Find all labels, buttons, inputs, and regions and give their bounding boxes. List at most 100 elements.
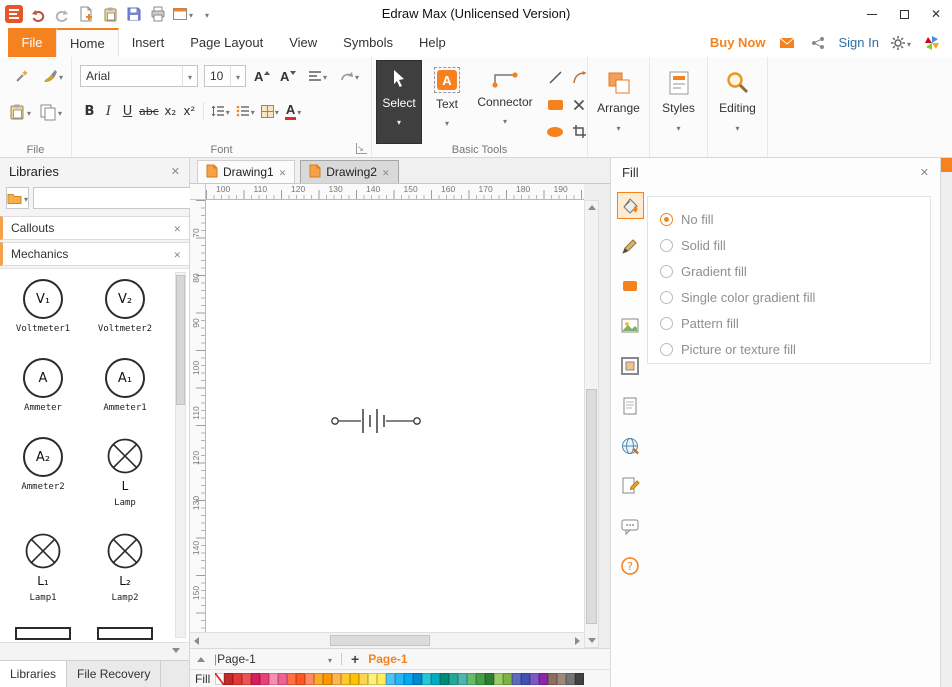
text-rotate-button[interactable]	[338, 65, 361, 87]
font-color-button[interactable]	[282, 100, 304, 122]
color-swatch[interactable]	[269, 673, 278, 685]
color-swatch[interactable]	[296, 673, 305, 685]
tab-insert[interactable]: Insert	[119, 28, 178, 57]
scroll-down-arrow[interactable]	[585, 634, 598, 647]
color-swatch[interactable]	[386, 673, 395, 685]
share-icon[interactable]	[808, 32, 828, 54]
library-symbol-lamp1[interactable]: L₁Lamp1	[24, 532, 62, 603]
arc-tool-button[interactable]	[568, 65, 590, 90]
color-swatch[interactable]	[521, 673, 530, 685]
font-dialog-launcher[interactable]: ↘	[356, 143, 367, 154]
color-swatch[interactable]	[539, 673, 548, 685]
fill-bucket-icon[interactable]	[617, 192, 644, 219]
decrease-font-button[interactable]: A	[278, 65, 298, 87]
font-size-combo[interactable]: 10	[204, 65, 246, 87]
color-swatch[interactable]	[215, 673, 224, 685]
settings-gear-icon[interactable]	[890, 32, 911, 54]
select-tool-button[interactable]: Select	[376, 60, 422, 144]
sign-in-link[interactable]: Sign In	[839, 35, 879, 50]
fill-option-gradient-fill[interactable]: Gradient fill	[660, 258, 918, 284]
buy-now-link[interactable]: Buy Now	[710, 35, 766, 50]
color-swatch[interactable]	[422, 673, 431, 685]
library-search-input[interactable]	[33, 187, 198, 209]
attachment-icon[interactable]	[617, 472, 644, 499]
border-button[interactable]	[258, 100, 282, 122]
subscript-button[interactable]: x₂	[161, 100, 180, 122]
color-swatch[interactable]	[575, 673, 584, 685]
tab-page-layout[interactable]: Page Layout	[177, 28, 276, 57]
styles-button[interactable]: Styles	[650, 61, 707, 153]
tab-file[interactable]: File	[8, 28, 56, 57]
library-symbol-rectangle[interactable]	[15, 627, 71, 640]
page-selector-dropdown[interactable]: |Page-1	[214, 652, 332, 666]
text-align-button[interactable]	[306, 65, 329, 87]
language-pinwheel-icon[interactable]	[922, 32, 942, 54]
format-painter-button[interactable]	[12, 65, 32, 87]
rectangle-tool-button[interactable]	[544, 92, 566, 117]
increase-font-button[interactable]: A	[252, 65, 272, 87]
color-swatch[interactable]	[287, 673, 296, 685]
print-button[interactable]	[148, 3, 168, 25]
color-swatch[interactable]	[242, 673, 251, 685]
close-tab-icon[interactable]	[382, 165, 390, 179]
color-swatch[interactable]	[476, 673, 485, 685]
ellipse-tool-button[interactable]	[544, 119, 566, 144]
scrollbar-thumb[interactable]	[586, 389, 597, 624]
color-swatch[interactable]	[224, 673, 233, 685]
color-swatch[interactable]	[449, 673, 458, 685]
color-swatch[interactable]	[260, 673, 269, 685]
close-libraries-button[interactable]	[171, 164, 180, 178]
library-symbol-lamp2[interactable]: L₂Lamp2	[106, 532, 144, 603]
paste-ribbon-button[interactable]	[8, 101, 31, 123]
library-symbol-voltmeter1[interactable]: V₁Voltmeter1	[16, 279, 70, 334]
bottom-tab-libraries[interactable]: Libraries	[0, 661, 67, 687]
fill-option-pattern-fill[interactable]: Pattern fill	[660, 310, 918, 336]
note-icon[interactable]	[617, 392, 644, 419]
document-tab-drawing1[interactable]: Drawing1	[197, 160, 295, 183]
cross-symbol-button[interactable]	[568, 92, 590, 117]
line-spacing-button[interactable]	[208, 100, 233, 122]
add-page-button[interactable]: +	[351, 651, 359, 667]
scroll-right-arrow[interactable]	[571, 634, 584, 647]
library-symbol-rectangle[interactable]	[97, 627, 153, 640]
tab-home[interactable]: Home	[56, 28, 119, 57]
comment-icon[interactable]	[617, 512, 644, 539]
color-swatch[interactable]	[413, 673, 422, 685]
library-symbol-ammeter2[interactable]: A₂Ammeter2	[21, 437, 64, 508]
scrollbar-thumb[interactable]	[176, 275, 185, 405]
library-folder-selector[interactable]	[6, 187, 29, 209]
brush-button[interactable]	[42, 65, 63, 87]
undo-button[interactable]	[28, 3, 48, 25]
color-swatch[interactable]	[512, 673, 521, 685]
quick-shape-icon[interactable]	[617, 272, 644, 299]
preview-button[interactable]	[172, 3, 193, 25]
vertical-scrollbar[interactable]	[584, 200, 599, 648]
redo-button[interactable]	[52, 3, 72, 25]
italic-button[interactable]: I	[99, 100, 118, 122]
panel-scroll-button[interactable]	[941, 158, 952, 172]
scroll-down-icon[interactable]	[172, 648, 180, 653]
gift-icon[interactable]	[777, 32, 797, 54]
color-swatch[interactable]	[314, 673, 323, 685]
library-scroll-down-row[interactable]	[0, 642, 189, 658]
close-section-icon[interactable]	[173, 247, 181, 261]
color-swatch[interactable]	[503, 673, 512, 685]
collapse-page-bar-icon[interactable]	[197, 657, 205, 662]
scroll-left-arrow[interactable]	[190, 634, 203, 647]
color-swatch[interactable]	[566, 673, 575, 685]
library-section-mechanics[interactable]: Mechanics	[0, 242, 189, 266]
minimize-button[interactable]	[856, 0, 888, 28]
color-swatch[interactable]	[278, 673, 287, 685]
color-swatch[interactable]	[440, 673, 449, 685]
document-tab-drawing2[interactable]: Drawing2	[300, 160, 398, 183]
underline-button[interactable]: U	[118, 100, 137, 122]
editing-button[interactable]: Editing	[708, 61, 767, 153]
color-swatch[interactable]	[323, 673, 332, 685]
library-symbol-ammeter1[interactable]: A₁Ammeter1	[103, 358, 146, 413]
color-swatch[interactable]	[395, 673, 404, 685]
color-swatch[interactable]	[557, 673, 566, 685]
library-symbol-ammeter[interactable]: AAmmeter	[23, 358, 63, 413]
maximize-button[interactable]	[888, 0, 920, 28]
scroll-up-arrow[interactable]	[585, 201, 598, 214]
color-swatch[interactable]	[548, 673, 557, 685]
